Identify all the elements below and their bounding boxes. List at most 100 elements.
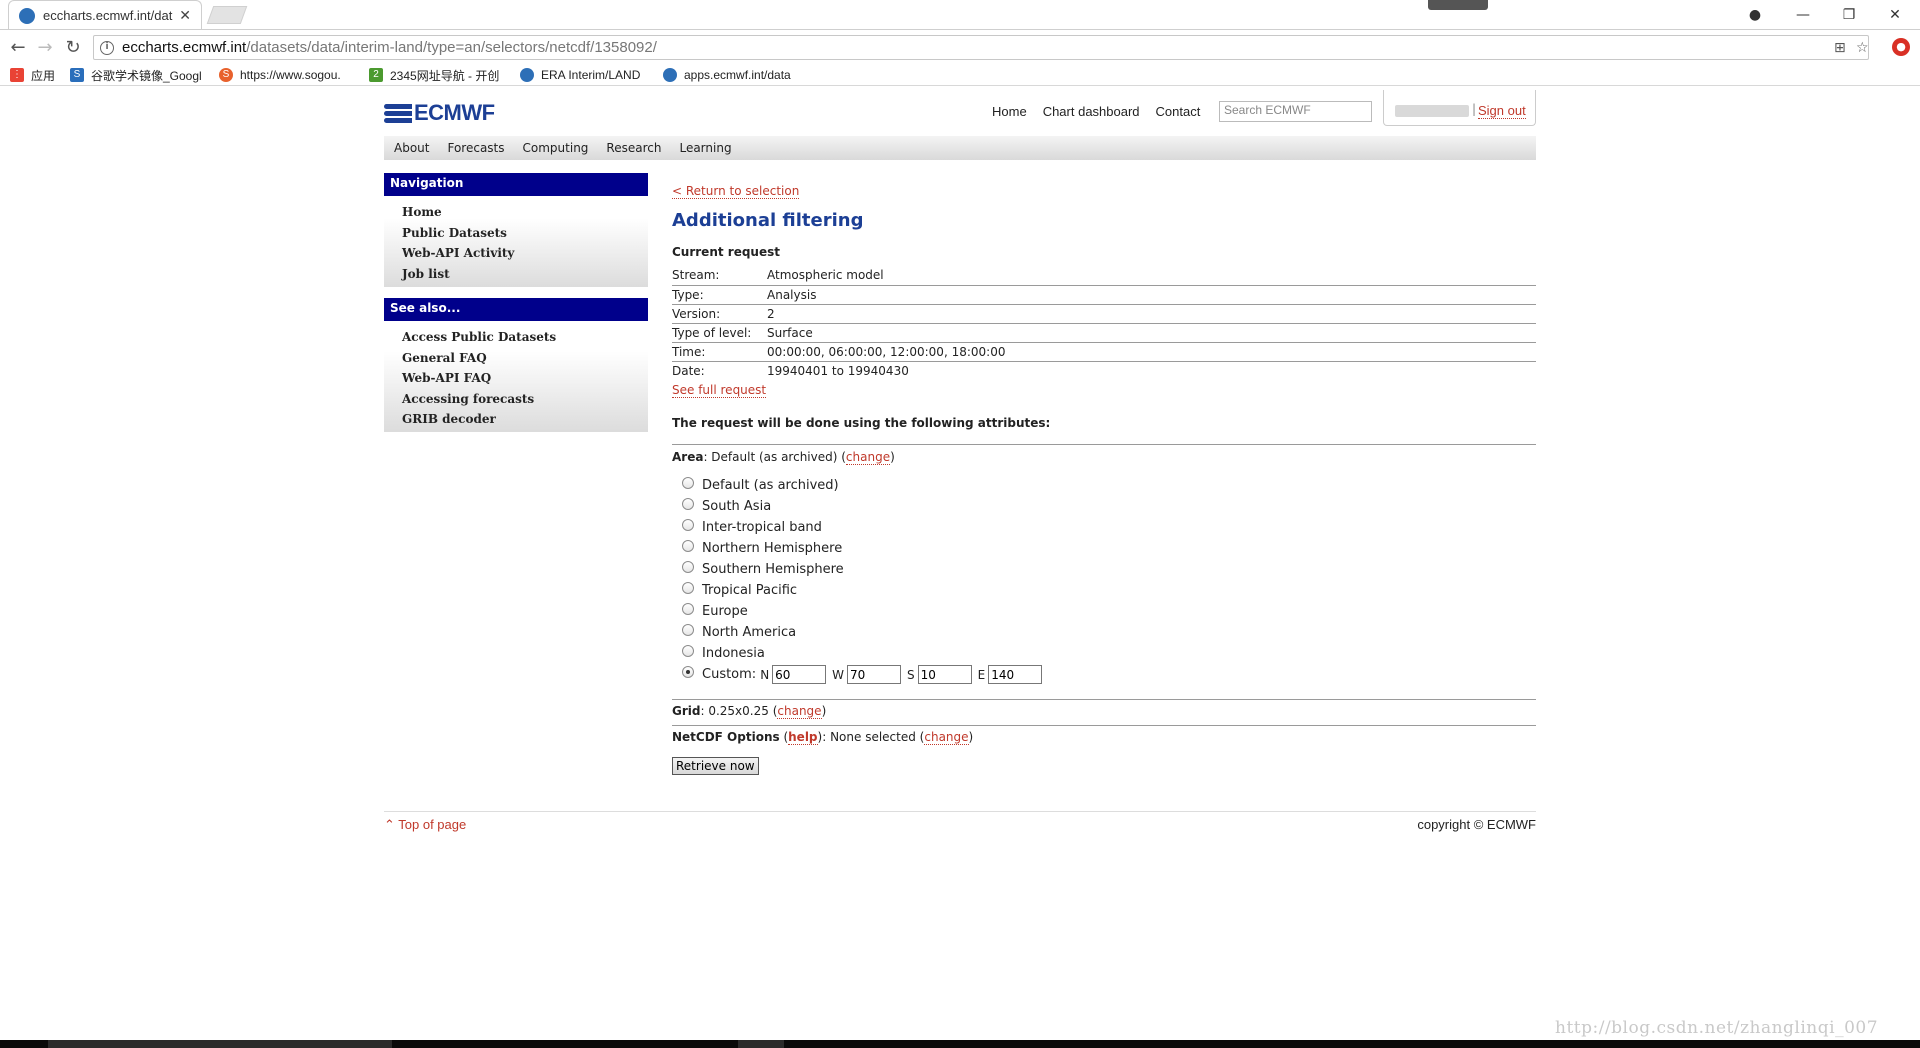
netcdf-change-link[interactable]: change bbox=[924, 730, 969, 745]
netcdf-help-link[interactable]: help bbox=[788, 730, 818, 745]
2345-icon: 2 bbox=[369, 68, 383, 82]
sidebar-item-job-list[interactable]: Job list bbox=[402, 264, 648, 285]
radio-button[interactable] bbox=[682, 623, 694, 636]
info-icon[interactable]: i bbox=[100, 40, 114, 55]
ecmwf-logo-icon bbox=[384, 103, 412, 123]
radio-button-selected[interactable] bbox=[682, 665, 694, 678]
grid-label: Grid bbox=[672, 704, 701, 718]
top-of-page-link[interactable]: ⌃ Top of page bbox=[384, 817, 466, 833]
address-bar[interactable]: i eccharts.ecmwf.int/datasets/data/inter… bbox=[93, 35, 1869, 60]
see-full-request-link[interactable]: See full request bbox=[672, 384, 767, 398]
attributes-heading: The request will be done using the follo… bbox=[672, 416, 1051, 430]
netcdf-options-summary: NetCDF Options (help): None selected (ch… bbox=[672, 730, 974, 745]
back-icon[interactable]: ← bbox=[6, 36, 30, 58]
radio-button[interactable] bbox=[682, 518, 694, 531]
user-name-redacted bbox=[1395, 105, 1469, 117]
grid-change-link[interactable]: change bbox=[777, 704, 822, 719]
radio-button[interactable] bbox=[682, 560, 694, 573]
sidebar-item-web-api-faq[interactable]: Web-API FAQ bbox=[402, 368, 648, 389]
bookmark-apps[interactable]: ⋮ 应用 bbox=[10, 66, 66, 84]
nav-computing[interactable]: Computing bbox=[523, 141, 589, 155]
area-option-custom[interactable]: Custom: N W S E bbox=[682, 664, 1182, 685]
user-box: | Sign out bbox=[1383, 90, 1536, 126]
browser-tab[interactable]: eccharts.ecmwf.int/dat ✕ bbox=[8, 0, 202, 30]
radio-button[interactable] bbox=[682, 476, 694, 489]
copyright-text: copyright © ECMWF bbox=[1417, 817, 1536, 832]
netcdf-value: : None selected bbox=[822, 730, 916, 744]
area-option-northern-hemisphere[interactable]: Northern Hemisphere bbox=[682, 538, 1182, 559]
nav-research[interactable]: Research bbox=[606, 141, 661, 155]
bookmark-2345[interactable]: 2 2345网址导航 - 开创 bbox=[369, 66, 504, 84]
east-input[interactable] bbox=[988, 665, 1043, 684]
radio-button[interactable] bbox=[682, 539, 694, 552]
sidebar-item-general-faq[interactable]: General FAQ bbox=[402, 348, 648, 369]
west-input[interactable] bbox=[847, 665, 902, 684]
return-to-selection-link[interactable]: < Return to selection bbox=[672, 185, 800, 199]
sidebar-navigation-title: Navigation bbox=[384, 173, 648, 196]
forward-icon[interactable]: → bbox=[33, 36, 57, 58]
sidebar-item-access-public-datasets[interactable]: Access Public Datasets bbox=[402, 327, 648, 348]
radio-button[interactable] bbox=[682, 602, 694, 615]
close-window-icon[interactable]: ✕ bbox=[1872, 2, 1918, 28]
nav-learning[interactable]: Learning bbox=[679, 141, 731, 155]
sidebar-see-also-title: See also... bbox=[384, 298, 648, 321]
area-option-southern-hemisphere[interactable]: Southern Hemisphere bbox=[682, 559, 1182, 580]
table-row: Type of level: Surface bbox=[672, 323, 1536, 343]
header-link-home[interactable]: Home bbox=[992, 104, 1027, 119]
area-option-south-asia[interactable]: South Asia bbox=[682, 496, 1182, 517]
sidebar-item-web-api-activity[interactable]: Web-API Activity bbox=[402, 243, 648, 264]
area-option-tropical-pacific[interactable]: Tropical Pacific bbox=[682, 580, 1182, 601]
translate-icon[interactable]: ⊞ bbox=[1834, 36, 1846, 59]
header-link-contact[interactable]: Contact bbox=[1156, 104, 1201, 119]
south-input[interactable] bbox=[917, 665, 972, 684]
main-navigation: About Forecasts Computing Research Learn… bbox=[384, 136, 1536, 160]
header-link-chart-dashboard[interactable]: Chart dashboard bbox=[1043, 104, 1140, 119]
search-input[interactable]: Search ECMWF bbox=[1219, 101, 1372, 122]
minimize-icon[interactable]: — bbox=[1780, 2, 1826, 28]
watermark-text: http://blog.csdn.net/zhanglinqi_007 bbox=[1555, 1018, 1879, 1038]
area-option-default[interactable]: Default (as archived) bbox=[682, 475, 1182, 496]
bookmark-scholar[interactable]: S 谷歌学术镜像_Googl bbox=[70, 66, 205, 84]
bookmark-era-interim[interactable]: ERA Interim/LAND bbox=[520, 66, 655, 84]
table-row: Type: Analysis bbox=[672, 285, 1536, 305]
reload-icon[interactable]: ↻ bbox=[61, 36, 85, 58]
drupal-icon bbox=[520, 68, 534, 82]
close-tab-icon[interactable]: ✕ bbox=[179, 8, 191, 24]
area-option-europe[interactable]: Europe bbox=[682, 601, 1182, 622]
sidebar-item-accessing-forecasts[interactable]: Accessing forecasts bbox=[402, 389, 648, 410]
radio-button[interactable] bbox=[682, 497, 694, 510]
bookmark-star-icon[interactable]: ☆ bbox=[1856, 36, 1869, 59]
radio-button[interactable] bbox=[682, 581, 694, 594]
restore-icon[interactable]: ❐ bbox=[1826, 2, 1872, 28]
extension-icon[interactable]: ● bbox=[1892, 38, 1910, 56]
nav-forecasts[interactable]: Forecasts bbox=[447, 141, 504, 155]
bookmarks-bar: ⋮ 应用 S 谷歌学术镜像_Googl Shttps://www.sogou. 22… bbox=[0, 64, 1920, 86]
current-request-label: Current request bbox=[672, 245, 780, 259]
sogou-icon: S bbox=[219, 68, 233, 82]
table-row: Version: 2 bbox=[672, 304, 1536, 324]
sign-out-link[interactable]: Sign out bbox=[1478, 103, 1526, 119]
bookmark-sogou[interactable]: Shttps://www.sogou. bbox=[219, 66, 354, 84]
area-value: : Default (as archived) bbox=[703, 450, 838, 464]
sidebar-item-grib-decoder[interactable]: GRIB decoder bbox=[402, 409, 648, 430]
sidebar-item-home[interactable]: Home bbox=[402, 202, 648, 223]
new-tab-button[interactable] bbox=[206, 6, 248, 24]
bookmark-apps-ecmwf[interactable]: apps.ecmwf.int/data bbox=[663, 66, 801, 84]
current-request-table: Stream: Atmospheric model Type: Analysis V… bbox=[672, 266, 1536, 380]
sidebar-navigation: Navigation Home Public Datasets Web-API … bbox=[384, 173, 648, 287]
area-label: Area bbox=[672, 450, 704, 464]
area-option-indonesia[interactable]: Indonesia bbox=[682, 643, 1182, 664]
ecmwf-logo[interactable]: ECMWF bbox=[384, 100, 495, 126]
nav-about[interactable]: About bbox=[394, 141, 429, 155]
sidebar-item-public-datasets[interactable]: Public Datasets bbox=[402, 223, 648, 244]
profile-icon[interactable]: ● bbox=[1732, 2, 1778, 28]
north-input[interactable] bbox=[772, 665, 827, 684]
table-row: Stream: Atmospheric model bbox=[672, 266, 1536, 286]
area-option-north-america[interactable]: North America bbox=[682, 622, 1182, 643]
area-option-inter-tropical[interactable]: Inter-tropical band bbox=[682, 517, 1182, 538]
divider bbox=[672, 725, 1536, 726]
drupal-icon bbox=[663, 68, 677, 82]
retrieve-now-button[interactable]: Retrieve now bbox=[672, 757, 759, 775]
radio-button[interactable] bbox=[682, 644, 694, 657]
area-change-link[interactable]: change bbox=[845, 450, 891, 465]
